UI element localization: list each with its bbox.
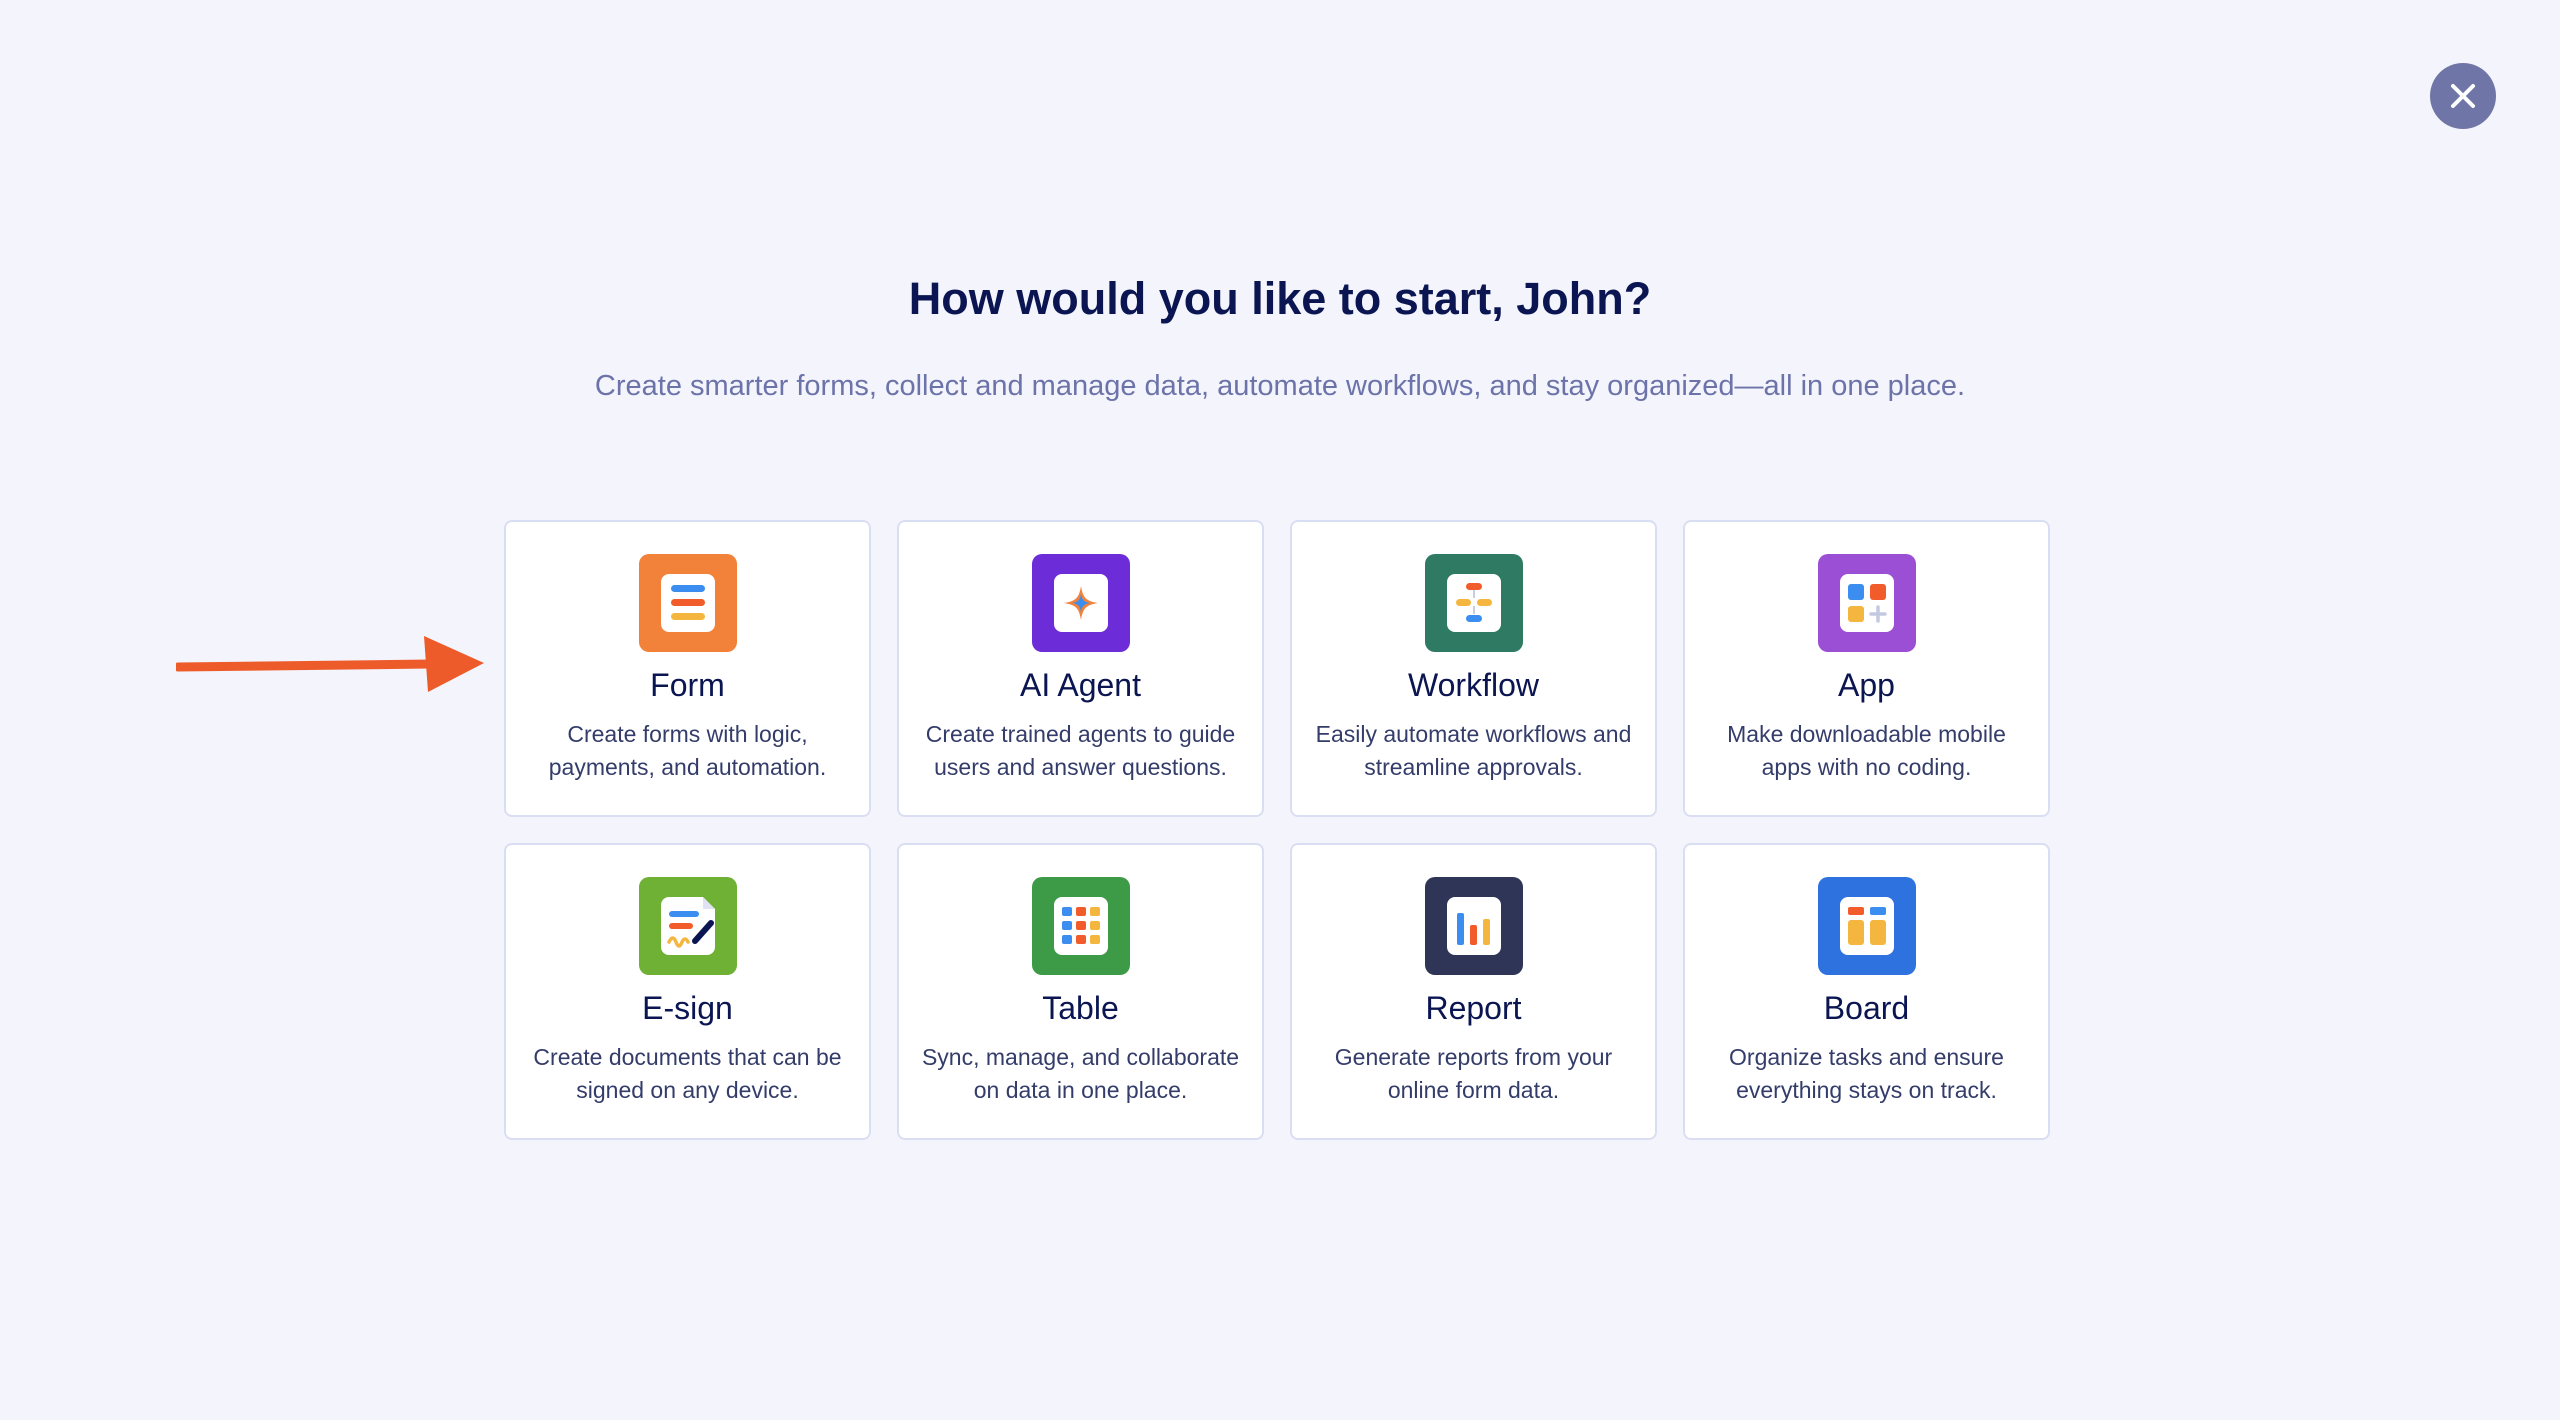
option-card-table[interactable]: Table Sync, manage, and collaborate on d… (897, 843, 1264, 1140)
option-title: Workflow (1408, 667, 1539, 703)
form-icon (638, 554, 737, 652)
close-button[interactable] (2430, 63, 2496, 129)
option-card-e-sign[interactable]: E-sign Create documents that can be sign… (504, 843, 871, 1140)
options-grid: Form Create forms with logic, payments, … (504, 520, 2054, 1140)
option-title: Table (1042, 990, 1119, 1026)
option-card-board[interactable]: Board Organize tasks and ensure everythi… (1683, 843, 2050, 1140)
option-card-ai-agent[interactable]: AI Agent Create trained agents to guide … (897, 520, 1264, 817)
pointer-arrow-icon (176, 636, 484, 692)
option-title: Form (650, 667, 725, 703)
board-icon (1817, 877, 1916, 975)
report-icon (1424, 877, 1523, 975)
page-subtitle: Create smarter forms, collect and manage… (594, 370, 1966, 402)
option-description: Create documents that can be signed on a… (533, 1044, 842, 1104)
page-title: How would you like to start, John? (908, 273, 1652, 324)
option-description: Easily automate workflows and streamline… (1315, 721, 1632, 781)
option-title: Board (1823, 990, 1910, 1026)
option-description: Organize tasks and ensure everything sta… (1729, 1044, 2004, 1104)
option-description: Generate reports from your online form d… (1334, 1044, 1613, 1104)
ai-sparkle-icon (1031, 554, 1130, 652)
close-icon (2451, 84, 2475, 108)
option-title: AI Agent (1020, 667, 1141, 703)
table-icon (1031, 877, 1130, 975)
workflow-icon (1424, 554, 1523, 652)
option-title: Report (1425, 990, 1522, 1026)
option-description: Create forms with logic, payments, and a… (548, 721, 827, 781)
option-card-app[interactable]: App Make downloadable mobile apps with n… (1683, 520, 2050, 817)
esign-icon (638, 877, 737, 975)
option-title: App (1838, 667, 1895, 703)
option-card-workflow[interactable]: Workflow Easily automate workflows and s… (1290, 520, 1657, 817)
option-description: Create trained agents to guide users and… (925, 721, 1236, 781)
option-description: Sync, manage, and collaborate on data in… (921, 1044, 1240, 1104)
app-grid-icon (1817, 554, 1916, 652)
option-description: Make downloadable mobile apps with no co… (1727, 721, 2006, 781)
option-card-form[interactable]: Form Create forms with logic, payments, … (504, 520, 871, 817)
option-card-report[interactable]: Report Generate reports from your online… (1290, 843, 1657, 1140)
option-title: E-sign (642, 990, 733, 1026)
